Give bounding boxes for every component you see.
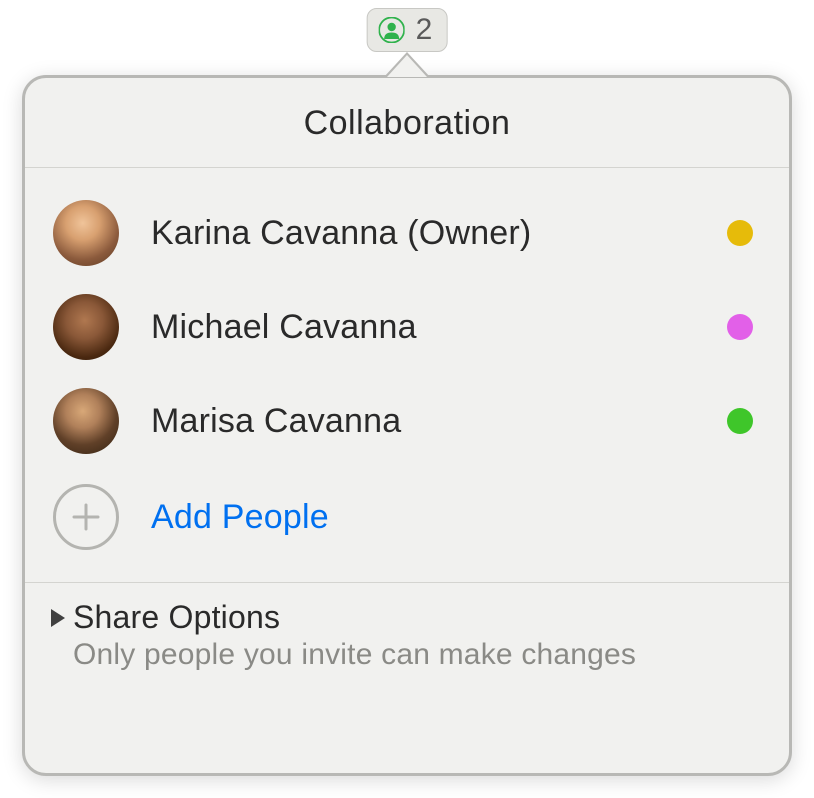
badge-count: 2: [416, 13, 433, 47]
share-options-title: Share Options: [73, 599, 280, 636]
plus-icon: [53, 484, 119, 550]
share-options-section[interactable]: Share Options Only people you invite can…: [25, 582, 789, 692]
color-dot: [727, 408, 753, 434]
avatar: [53, 388, 119, 454]
avatar: [53, 294, 119, 360]
participant-name: Michael Cavanna: [151, 308, 727, 347]
popover-title: Collaboration: [25, 78, 789, 168]
participant-name: Marisa Cavanna: [151, 402, 727, 441]
popover-arrow: [387, 55, 427, 77]
add-people-button[interactable]: Add People: [25, 468, 789, 574]
share-options-header[interactable]: Share Options: [51, 599, 763, 636]
collaboration-popover: Collaboration Karina Cavanna (Owner) Mic…: [22, 75, 792, 776]
disclosure-triangle-icon: [51, 609, 65, 627]
share-options-subtitle: Only people you invite can make changes: [73, 638, 763, 672]
person-icon: [378, 16, 406, 44]
add-people-label: Add People: [151, 498, 329, 537]
participants-list: Karina Cavanna (Owner) Michael Cavanna M…: [25, 168, 789, 582]
participant-row[interactable]: Karina Cavanna (Owner): [25, 186, 789, 280]
participant-name: Karina Cavanna (Owner): [151, 214, 727, 253]
color-dot: [727, 220, 753, 246]
participant-row[interactable]: Michael Cavanna: [25, 280, 789, 374]
participant-row[interactable]: Marisa Cavanna: [25, 374, 789, 468]
avatar: [53, 200, 119, 266]
collaboration-badge[interactable]: 2: [367, 8, 448, 52]
color-dot: [727, 314, 753, 340]
